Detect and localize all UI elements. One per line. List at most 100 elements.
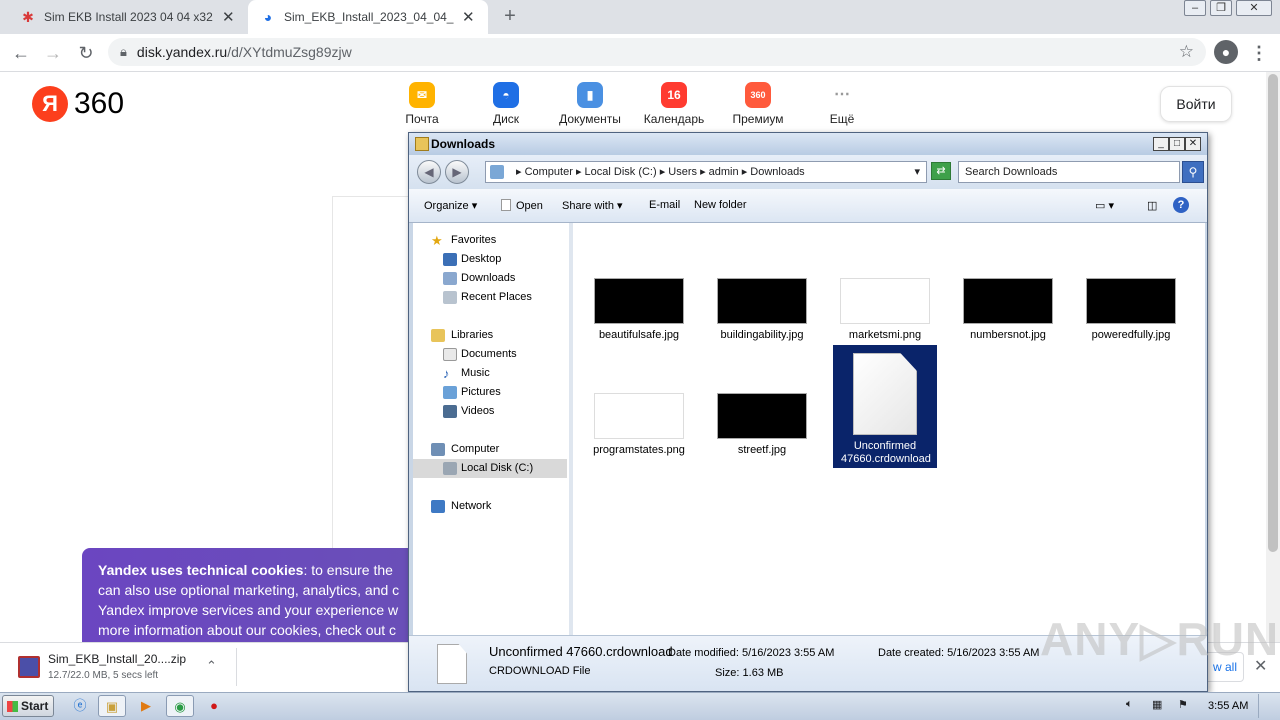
star-icon: ★ [431, 233, 443, 248]
file-item[interactable]: programstates.png [587, 393, 691, 457]
image-thumbnail [963, 278, 1053, 324]
close-button[interactable]: ✕ [1185, 137, 1201, 151]
mail-icon: ✉ [409, 82, 435, 108]
nav-recent-places[interactable]: Recent Places [413, 288, 567, 307]
preview-pane-icon[interactable]: ◫ [1147, 199, 1157, 212]
file-item[interactable]: numbersnot.jpg [956, 278, 1060, 342]
taskbar-clock[interactable]: 3:55 AM [1208, 700, 1248, 712]
internet-explorer-icon[interactable]: ⓔ [66, 695, 94, 717]
yandex-360-logo[interactable]: Я 360 [32, 86, 124, 122]
nav-desktop[interactable]: Desktop [413, 250, 567, 269]
browser-tab-2[interactable]: ◕ Sim_EKB_Install_2023_04_04_passw ✕ [248, 0, 488, 34]
calendar-icon: 16 [661, 82, 687, 108]
nav-music[interactable]: ♪ Music [413, 364, 567, 383]
close-window-button[interactable]: ✕ [1236, 0, 1272, 16]
breadcrumb-separator: ▸ [659, 166, 669, 178]
breadcrumb-downloads[interactable]: Downloads [750, 166, 804, 178]
download-item[interactable]: Sim_EKB_Install_20....zip 12.7/22.0 MB, … [10, 648, 235, 688]
service-calendar[interactable]: 16 Календарь [639, 82, 709, 126]
forward-icon[interactable]: ▶ [445, 160, 469, 184]
restore-button[interactable]: ❐ [1210, 0, 1232, 16]
chrome-menu-icon[interactable]: ⋮ [1248, 42, 1270, 64]
page-scrollbar-thumb[interactable] [1268, 74, 1278, 552]
service-label: Премиум [732, 112, 784, 126]
breadcrumb-users[interactable]: Users [668, 166, 697, 178]
system-tray: 🔈︎ ▦ ⚑ [1120, 695, 1280, 717]
search-icon[interactable]: ⚲ [1182, 161, 1204, 183]
breadcrumb-admin[interactable]: admin [709, 166, 739, 178]
volume-icon[interactable]: 🔈︎ [1126, 698, 1133, 711]
service-docs[interactable]: ▮ Документы [555, 82, 625, 126]
nav-network[interactable]: Network [413, 497, 567, 516]
action-center-icon[interactable]: ⚑ [1178, 698, 1188, 711]
content-card [332, 196, 412, 556]
back-icon[interactable]: ← [10, 42, 32, 64]
image-thumbnail [717, 393, 807, 439]
service-mail[interactable]: ✉ Почта [387, 82, 457, 126]
new-folder-button[interactable]: New folder [694, 199, 747, 211]
service-label: Документы [559, 112, 621, 126]
breadcrumb-separator: ▸ [516, 166, 525, 178]
breadcrumb[interactable]: ▸ Computer ▸ Local Disk (C:) ▸ Users ▸ a… [485, 161, 927, 183]
help-icon[interactable]: ? [1173, 197, 1189, 213]
media-player-icon[interactable]: ▶ [132, 695, 160, 717]
pictures-icon [443, 386, 457, 399]
nav-documents[interactable]: Documents [413, 345, 567, 364]
forward-icon[interactable]: → [42, 42, 64, 64]
minimize-button[interactable]: _ [1153, 137, 1169, 151]
change-view-icon[interactable]: ▭ ▾ [1095, 199, 1114, 212]
minimize-button[interactable]: – [1184, 0, 1206, 16]
explorer-address-row: ◀ ▶ ▸ Computer ▸ Local Disk (C:) ▸ Users… [409, 155, 1207, 189]
file-item[interactable]: beautifulsafe.jpg [587, 278, 691, 342]
maximize-button[interactable]: □ [1169, 137, 1185, 151]
back-icon[interactable]: ◀ [417, 160, 441, 184]
nav-computer[interactable]: Computer [413, 440, 567, 459]
network-tray-icon[interactable]: ▦ [1152, 698, 1162, 711]
file-item[interactable]: marketsmi.png [833, 278, 937, 342]
nav-libraries[interactable]: Libraries [413, 326, 567, 345]
divider [236, 648, 237, 686]
refresh-icon[interactable]: ⇄ [931, 162, 951, 180]
new-tab-button[interactable]: + [498, 5, 522, 29]
open-button[interactable]: Open [501, 199, 543, 212]
file-item[interactable]: buildingability.jpg [710, 278, 814, 342]
file-item[interactable]: poweredfully.jpg [1079, 278, 1183, 342]
explorer-taskbar-icon[interactable]: ▣ [98, 695, 126, 717]
address-bar[interactable]: 🔒︎ disk.yandex.ru/d/XYtdmuZsg89zjw ☆ [108, 38, 1206, 66]
nav-local-disk[interactable]: Local Disk (C:) [413, 459, 567, 478]
drive-icon [443, 462, 457, 475]
dropdown-arrow-icon[interactable]: ▾ [914, 162, 920, 182]
organize-button[interactable]: Organize ▾ [424, 199, 477, 212]
file-item[interactable]: streetf.jpg [710, 393, 814, 457]
close-tab-icon[interactable]: ✕ [462, 8, 475, 26]
details-filetype: CRDOWNLOAD File [489, 665, 591, 677]
show-desktop-button[interactable] [1258, 694, 1278, 718]
browser-tab-1[interactable]: ✱ Sim EKB Install 2023 04 04 x32 [2023 ✕ [8, 0, 248, 34]
file-item-selected[interactable]: Unconfirmed 47660.crdownload [833, 345, 937, 468]
nav-downloads[interactable]: Downloads [413, 269, 567, 288]
service-disk[interactable]: ◓ Диск [471, 82, 541, 126]
nav-favorites[interactable]: ★ Favorites [413, 231, 567, 250]
breadcrumb-local-disk[interactable]: Local Disk (C:) [585, 166, 657, 178]
email-button[interactable]: E-mail [649, 199, 680, 211]
yandex-logo-mark: Я [32, 86, 68, 122]
chevron-up-icon[interactable]: ⌃ [206, 658, 217, 674]
login-button[interactable]: Войти [1160, 86, 1232, 122]
profile-avatar-icon[interactable]: ● [1214, 40, 1238, 64]
share-with-button[interactable]: Share with ▾ [562, 199, 623, 212]
explorer-title-bar[interactable]: Downloads _ □ ✕ [409, 133, 1207, 155]
close-tab-icon[interactable]: ✕ [222, 8, 235, 26]
security-alert-icon[interactable]: ● [200, 695, 228, 717]
bookmark-star-icon[interactable]: ☆ [1179, 42, 1194, 62]
nav-pictures[interactable]: Pictures [413, 383, 567, 402]
search-input[interactable]: Search Downloads [958, 161, 1180, 183]
reload-icon[interactable]: ↻ [75, 42, 97, 64]
start-button[interactable]: Start [2, 695, 54, 717]
premium-icon: 360 [745, 82, 771, 108]
breadcrumb-computer[interactable]: Computer [525, 166, 573, 178]
chrome-taskbar-icon[interactable]: ◉ [166, 695, 194, 717]
service-more[interactable]: ⋯ Ещё [807, 82, 877, 126]
close-download-bar-icon[interactable]: ✕ [1254, 656, 1267, 676]
service-premium[interactable]: 360 Премиум [723, 82, 793, 126]
nav-videos[interactable]: Videos [413, 402, 567, 421]
